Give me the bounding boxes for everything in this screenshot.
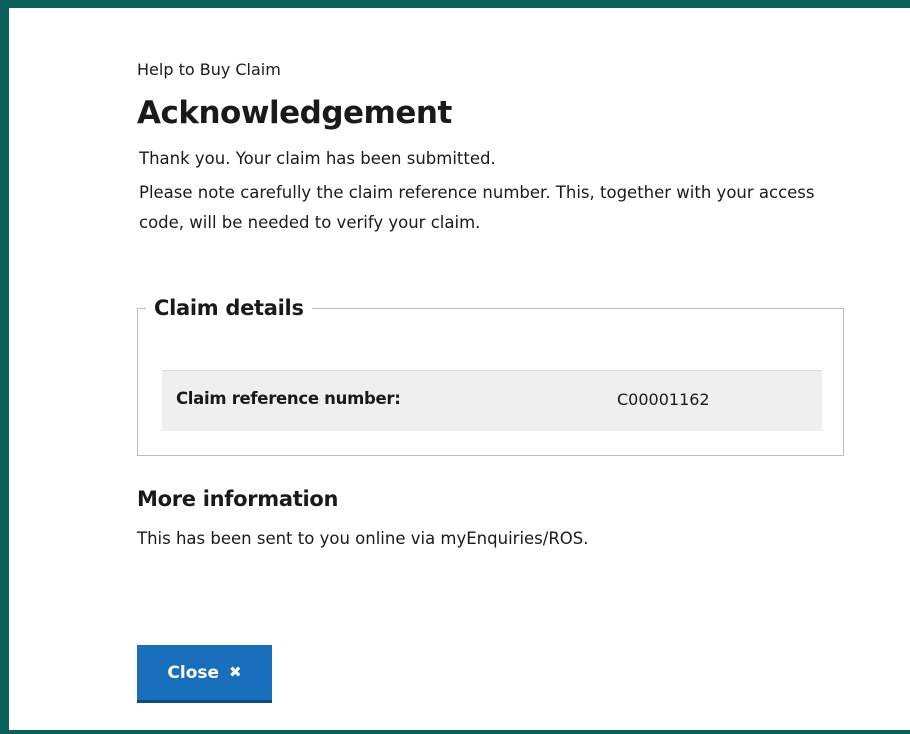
reference-note-text: Please note carefully the claim referenc… xyxy=(139,183,815,232)
acknowledgement-window: Help to Buy Claim Acknowledgement Thank … xyxy=(0,0,910,734)
close-button[interactable]: Close ✖ xyxy=(137,645,272,703)
page-kicker: Help to Buy Claim xyxy=(137,60,281,79)
claim-reference-row: Claim reference number: C00001162 xyxy=(162,370,822,431)
more-information-text: This has been sent to you online via myE… xyxy=(137,529,589,548)
claim-details-section: Claim details Claim reference number: C0… xyxy=(137,295,844,456)
claim-reference-value: C00001162 xyxy=(617,390,710,409)
claim-reference-label: Claim reference number: xyxy=(176,389,401,408)
page-title: Acknowledgement xyxy=(137,95,452,131)
claim-details-legend: Claim details xyxy=(146,295,312,321)
close-x-icon: ✖ xyxy=(229,663,242,681)
more-information-heading: More information xyxy=(137,487,339,511)
close-button-label: Close xyxy=(167,662,220,683)
submission-confirmation-text: Thank you. Your claim has been submitted… xyxy=(139,149,496,168)
main-content: Help to Buy Claim Acknowledgement Thank … xyxy=(137,60,857,703)
